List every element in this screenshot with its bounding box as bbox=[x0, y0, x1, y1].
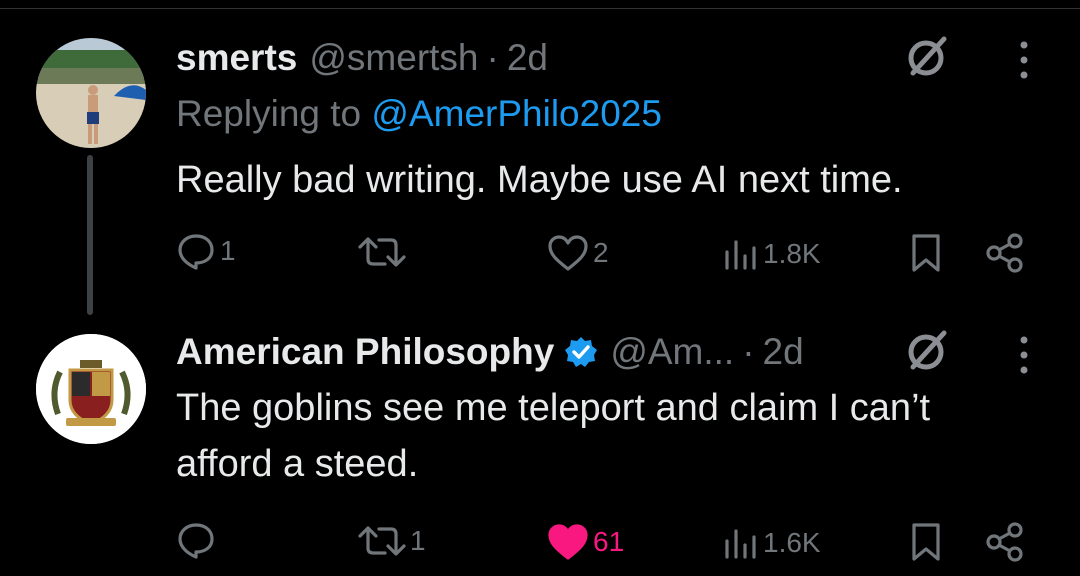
share-icon[interactable] bbox=[985, 522, 1025, 562]
reply-button[interactable] bbox=[176, 521, 220, 559]
repost-icon bbox=[358, 526, 406, 556]
views-button[interactable]: 1.6K bbox=[723, 527, 821, 559]
tweet-american-philosophy[interactable]: American Philosophy @Am... · 2d The gobl… bbox=[0, 0, 1080, 562]
verified-badge-icon bbox=[565, 337, 598, 367]
repost-button[interactable]: 1 bbox=[358, 524, 426, 558]
more-icon[interactable] bbox=[1017, 334, 1031, 376]
like-button[interactable]: 61 bbox=[547, 524, 624, 560]
handle[interactable]: @Am... bbox=[610, 331, 734, 373]
views-count: 1.6K bbox=[763, 527, 821, 558]
tweet-text: The goblins see me teleport and claim I … bbox=[176, 387, 931, 485]
views-icon bbox=[725, 529, 756, 559]
like-count: 61 bbox=[593, 526, 625, 557]
separator-dot: · bbox=[742, 331, 755, 372]
timestamp[interactable]: 2d bbox=[763, 331, 804, 373]
repost-count: 1 bbox=[410, 525, 426, 556]
grok-icon[interactable] bbox=[904, 327, 950, 373]
avatar[interactable] bbox=[36, 334, 146, 444]
like-icon bbox=[548, 524, 588, 560]
tweet-header: American Philosophy @Am... · 2d bbox=[176, 330, 804, 374]
reply-icon bbox=[178, 523, 214, 559]
display-name[interactable]: American Philosophy bbox=[176, 331, 554, 373]
bookmark-icon[interactable] bbox=[910, 521, 942, 563]
